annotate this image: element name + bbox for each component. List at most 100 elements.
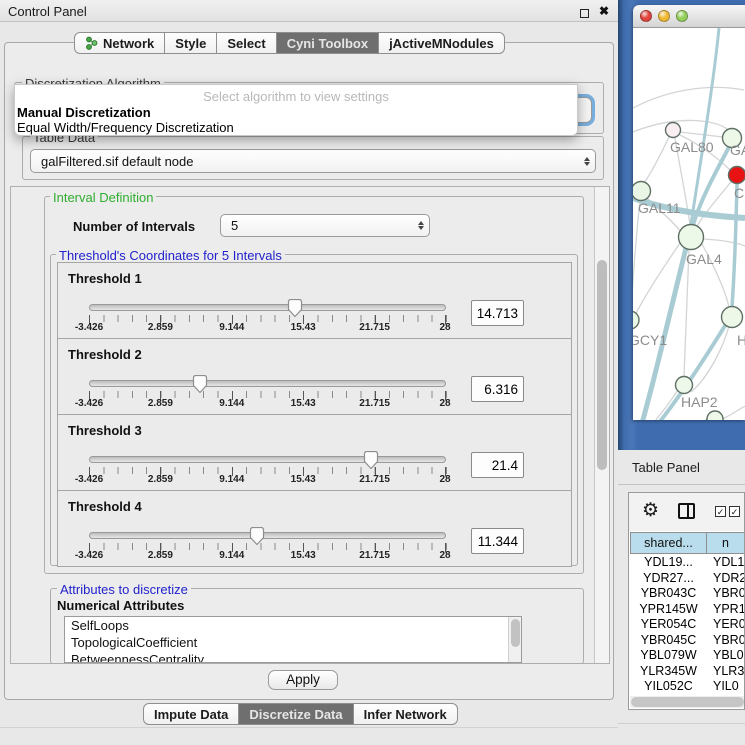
label-gal80: GAL80 [670, 139, 714, 155]
column-header-name[interactable]: n [706, 532, 745, 554]
tab-discretize-data[interactable]: Discretize Data [239, 703, 353, 725]
threshold-2-value-field[interactable]: 6.316 [471, 376, 524, 402]
tab-jactivemnodules[interactable]: jActiveMNodules [379, 32, 505, 54]
node-h-partial[interactable] [722, 307, 743, 328]
table-row[interactable]: YER054CYER0 [630, 617, 745, 633]
table-row[interactable]: YLR345WYLR3 [630, 664, 745, 680]
tick-marks [89, 391, 447, 398]
divider [618, 723, 745, 724]
node-gal80[interactable] [666, 123, 681, 138]
network-nodes [633, 123, 745, 421]
tick-marks [89, 315, 447, 322]
table-body: YDL19...YDL1YDR27...YDR2YBR043CYBR0YPR14… [630, 555, 745, 695]
node-hap2[interactable] [676, 377, 693, 394]
horizontal-scrollbar[interactable] [630, 696, 745, 708]
table-header-row: shared... n [630, 532, 745, 554]
number-of-intervals-label: Number of Intervals [73, 219, 195, 234]
threshold-1-panel: Threshold 1 -3.4262.8599.14415.4321.7152… [57, 262, 572, 339]
number-of-intervals-combo[interactable]: 5 [220, 214, 430, 237]
label-hap2: HAP2 [681, 394, 718, 410]
table-row[interactable]: YIL052CYIL0 [630, 679, 745, 695]
top-tab-bar: Network Style Select Cyni Toolbox jActiv… [74, 32, 505, 54]
attribute-items: SelfLoopsTopologicalCoefficientBetweenne… [65, 617, 521, 663]
network-graph: GAL80 GA C GAL11 GAL4 GCY1 H HAP2 [633, 28, 745, 420]
label-c-partial: C [734, 185, 744, 201]
numerical-attributes-list[interactable]: SelfLoopsTopologicalCoefficientBetweenne… [64, 616, 522, 663]
threshold-3-value-field[interactable]: 21.4 [471, 452, 524, 478]
vertical-scrollbar-thumb[interactable] [597, 260, 607, 470]
vertical-scrollbar[interactable] [594, 187, 609, 663]
tab-select[interactable]: Select [217, 32, 276, 54]
table-panel-title: Table Panel [632, 460, 700, 475]
threshold-2-handle[interactable] [192, 375, 208, 393]
table-row[interactable]: YPR145WYPR1 [630, 602, 745, 618]
table-row[interactable]: YBR043CYBR0 [630, 586, 745, 602]
threshold-4-value-field[interactable]: 11.344 [471, 528, 524, 554]
gear-icon[interactable]: ⚙ [642, 499, 659, 522]
apply-button[interactable]: Apply [268, 670, 338, 690]
table-panel-box: ⚙ ✓ ✓ shared... n YDL19...YDL1YDR27...YD… [628, 492, 745, 710]
zoom-traffic-icon[interactable] [676, 10, 688, 22]
numerical-attributes-label: Numerical Attributes [57, 598, 184, 613]
app-root: Control Panel ✖ Network Style Select Cyn… [0, 0, 745, 745]
attributes-group-label: Attributes to discretize [57, 582, 191, 597]
label-gcy1: GCY1 [633, 332, 667, 348]
algorithm-placeholder: Select algorithm to view settings [15, 89, 577, 104]
node-gcy1[interactable] [633, 311, 639, 329]
tab-infer-network[interactable]: Infer Network [354, 703, 458, 725]
node-gal11[interactable] [633, 182, 651, 201]
control-panel-titlebar: Control Panel ✖ [0, 0, 618, 22]
control-panel: Control Panel ✖ Network Style Select Cyn… [0, 0, 618, 745]
threshold-1-value-field[interactable]: 14.713 [471, 300, 524, 326]
threshold-2-slider[interactable] [89, 380, 446, 387]
checkbox-icon[interactable]: ✓ [729, 506, 740, 517]
table-row[interactable]: YDR27...YDR2 [630, 571, 745, 587]
threshold-3-panel: Threshold 3 -3.4262.8599.14415.4321.7152… [57, 414, 572, 491]
network-window: GAL80 GA C GAL11 GAL4 GCY1 H HAP2 [633, 5, 745, 420]
option-manual-discretization[interactable]: Manual Discretization [17, 105, 151, 120]
table-row[interactable]: YBR045CYBR0 [630, 633, 745, 649]
table-row[interactable]: YBL079WYBL0 [630, 648, 745, 664]
panel-title: Control Panel [8, 4, 87, 19]
table-panel-titlebar: Table Panel [618, 450, 745, 485]
split-view-icon[interactable] [678, 503, 695, 519]
close-icon[interactable]: ✖ [597, 4, 611, 17]
bottom-tab-bar: Impute Data Discretize Data Infer Networ… [143, 703, 458, 724]
bottom-divider [0, 727, 618, 728]
option-equal-width-frequency[interactable]: Equal Width/Frequency Discretization [17, 120, 234, 135]
threshold-1-handle[interactable] [287, 299, 303, 317]
tab-impute-data[interactable]: Impute Data [143, 703, 239, 725]
threshold-3-slider[interactable] [89, 456, 446, 463]
attribute-item[interactable]: TopologicalCoefficient [65, 634, 521, 651]
close-traffic-icon[interactable] [640, 10, 652, 22]
threshold-1-slider[interactable] [89, 304, 446, 311]
table-row[interactable]: YDL19...YDL1 [630, 555, 745, 571]
threshold-3-handle[interactable] [363, 451, 379, 469]
attribute-item[interactable]: BetweennessCentrality [65, 651, 521, 663]
threshold-4-handle[interactable] [249, 527, 265, 545]
list-scrollbar[interactable] [508, 617, 521, 662]
label-gal4: GAL4 [686, 251, 722, 267]
list-scrollbar-thumb[interactable] [511, 619, 520, 647]
table-data-combo[interactable]: galFiltered.sif default node [30, 149, 596, 173]
tab-cyni-toolbox[interactable]: Cyni Toolbox [277, 32, 379, 54]
network-window-frame: GAL80 GA C GAL11 GAL4 GCY1 H HAP2 [618, 0, 745, 450]
label-h-partial: H [737, 332, 745, 348]
threshold-2-panel: Threshold 2 -3.4262.8599.14415.4321.7152… [57, 338, 572, 415]
threshold-4-slider[interactable] [89, 532, 446, 539]
tick-marks [89, 467, 447, 474]
float-window-icon[interactable] [577, 5, 591, 18]
horizontal-scrollbar-thumb[interactable] [631, 697, 744, 707]
minimize-traffic-icon[interactable] [658, 10, 670, 22]
node-red-selected[interactable] [729, 167, 745, 184]
attribute-item[interactable]: SelfLoops [65, 617, 521, 634]
tab-network[interactable]: Network [74, 32, 165, 54]
node-gal4[interactable] [679, 225, 704, 250]
tab-style[interactable]: Style [165, 32, 217, 54]
column-header-shared-name[interactable]: shared... [630, 532, 707, 554]
algorithm-dropdown-popup: Select algorithm to view settings Manual… [14, 84, 578, 136]
network-window-titlebar[interactable] [633, 5, 745, 28]
checkbox-icon[interactable]: ✓ [715, 506, 726, 517]
node-bottom-partial[interactable] [707, 411, 723, 420]
network-canvas[interactable]: GAL80 GA C GAL11 GAL4 GCY1 H HAP2 [633, 28, 745, 420]
